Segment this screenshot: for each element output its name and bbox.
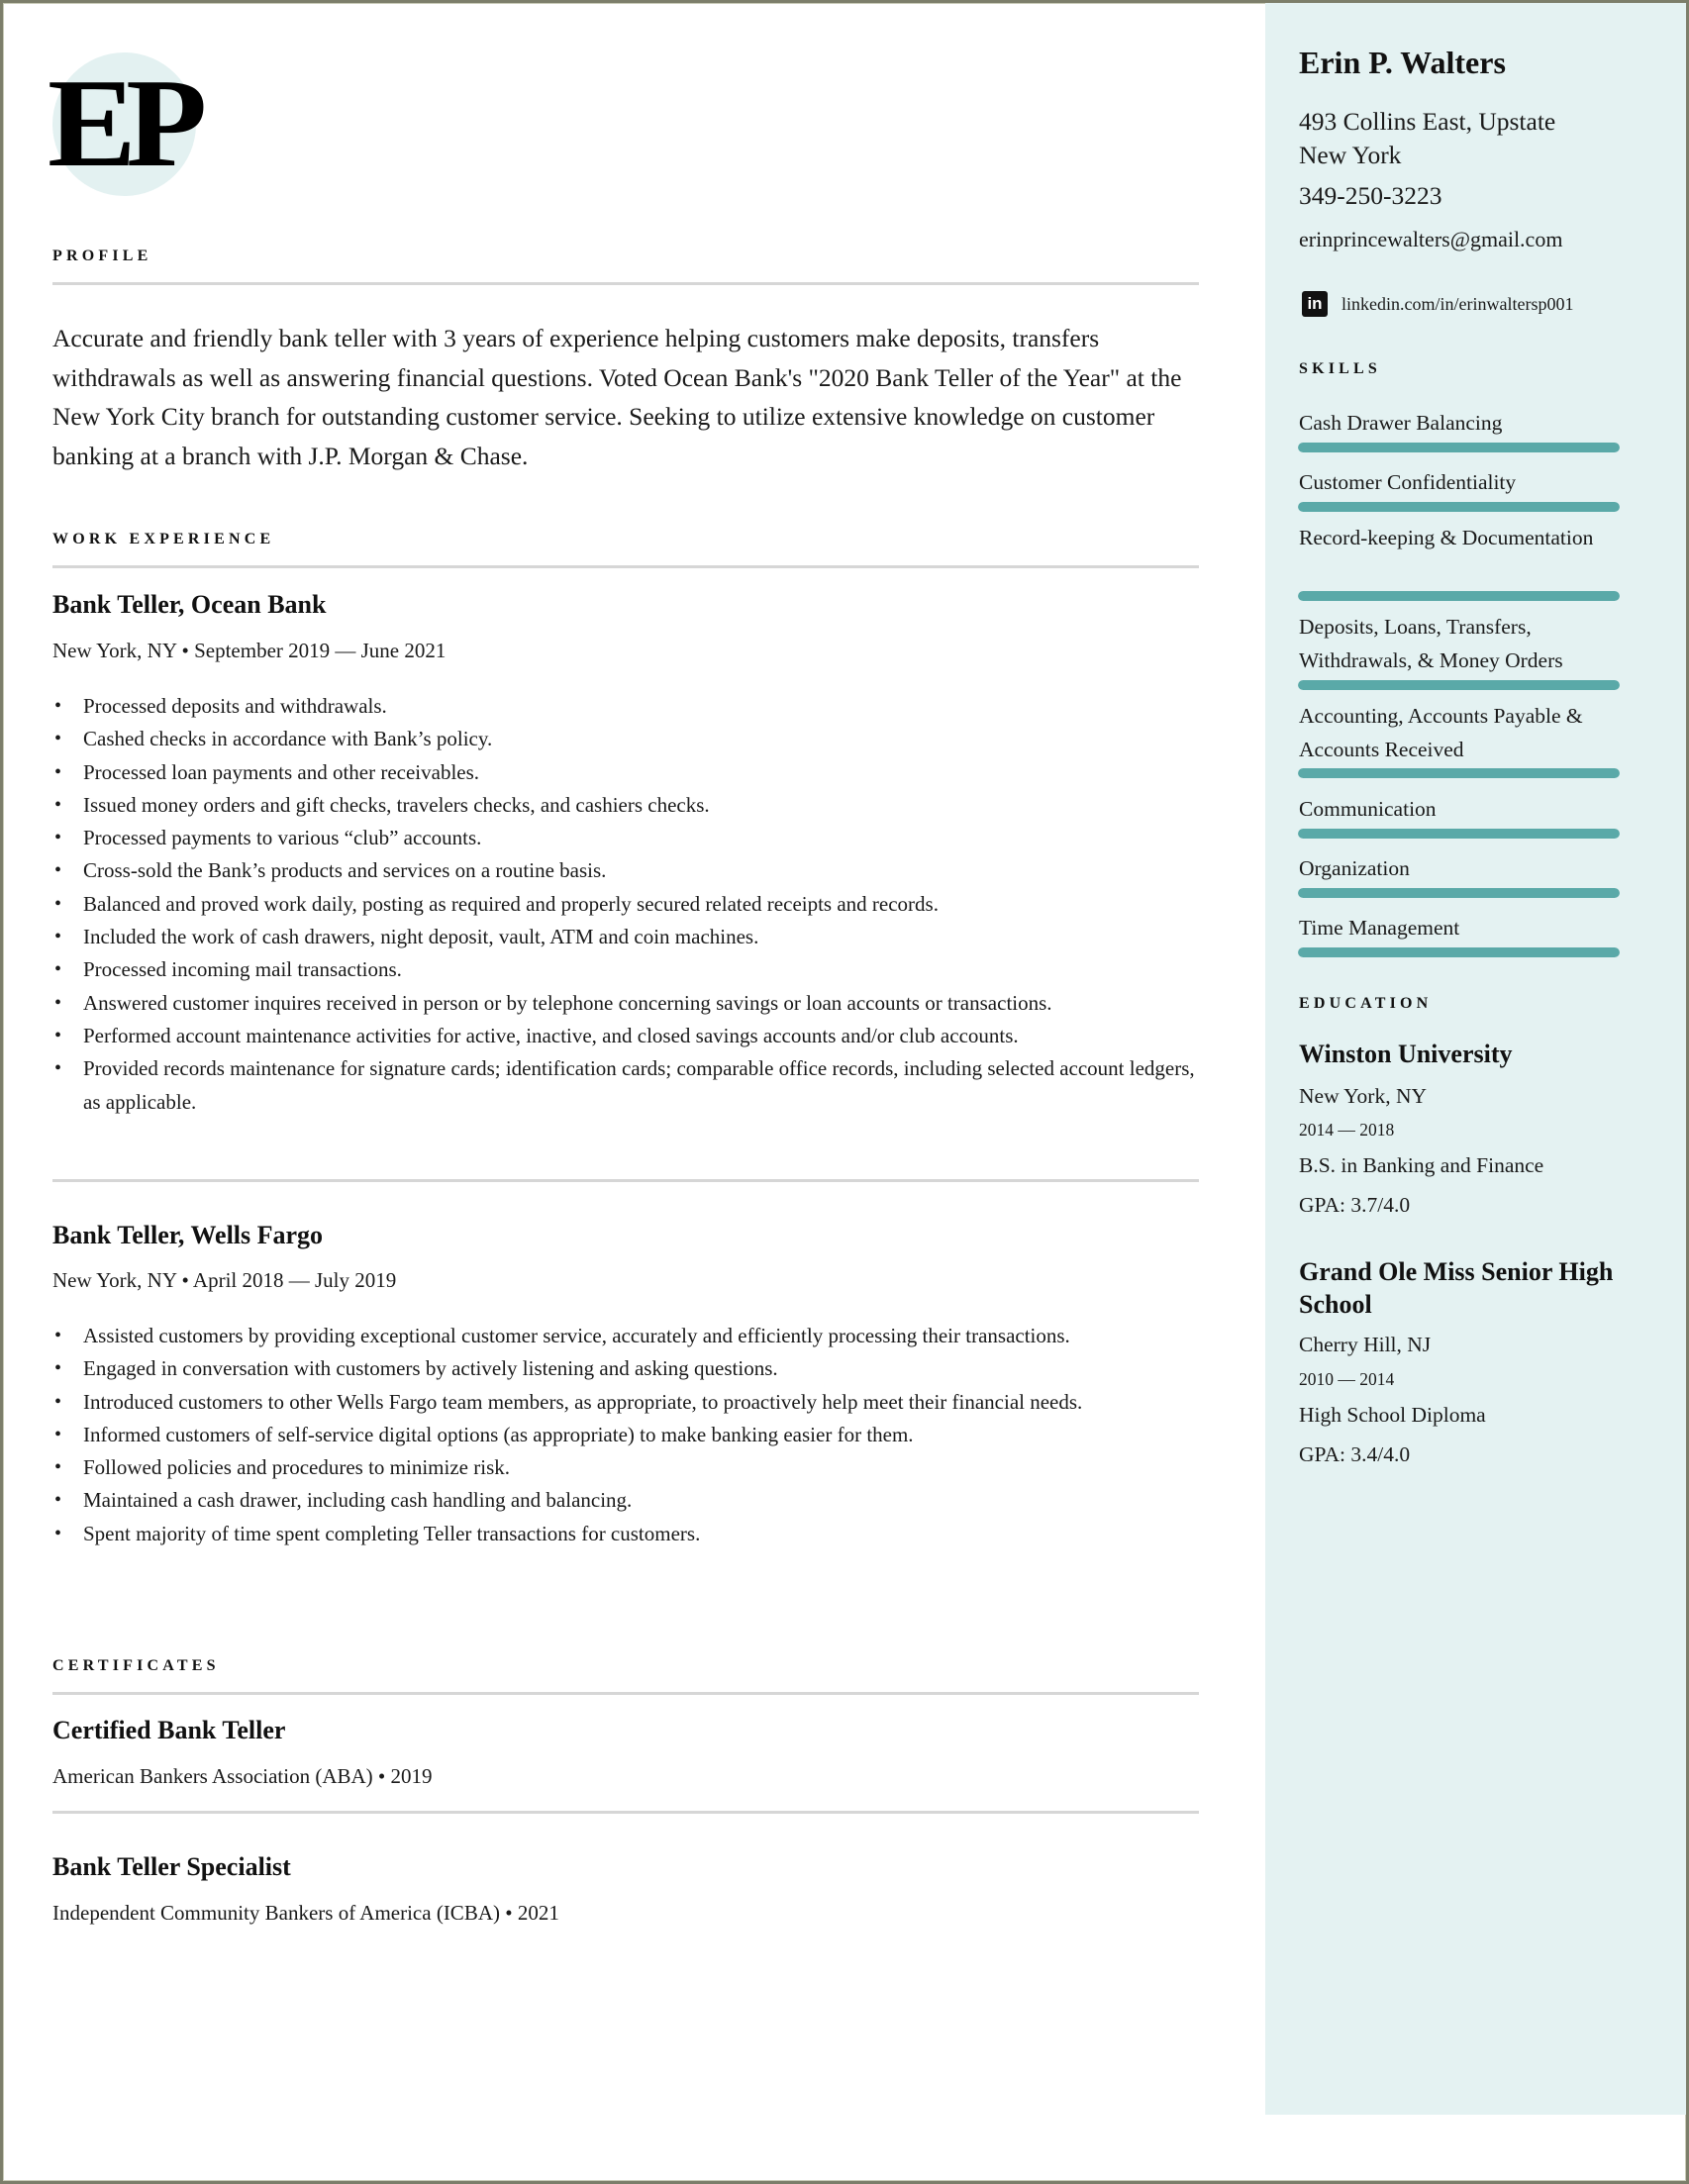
job-meta: New York, NY • April 2018 — July 2019	[52, 1268, 397, 1292]
skill-level-fill	[1298, 591, 1620, 601]
skill-level-bar	[1298, 768, 1620, 778]
job-bullet: Informed customers of self-service digit…	[52, 1419, 1201, 1452]
skill-level-fill	[1298, 888, 1620, 898]
linkedin-icon: in	[1302, 291, 1328, 317]
candidate-name: Erin P. Walters	[1299, 45, 1506, 80]
job-bullet: Performed account maintenance activities…	[52, 1020, 1201, 1053]
work-experience-heading: WORK EXPERIENCE	[52, 531, 275, 547]
education-location: New York, NY	[1299, 1084, 1428, 1108]
job-bullet: Processed loan payments and other receiv…	[52, 756, 1201, 790]
job-bullet: Processed deposits and withdrawals.	[52, 690, 1201, 724]
skill-level-fill	[1298, 829, 1620, 839]
skill-level-bar	[1298, 591, 1620, 601]
job-bullet: Followed policies and procedures to mini…	[52, 1451, 1201, 1485]
skill-name: Accounting, Accounts Payable & Accounts …	[1299, 704, 1583, 761]
job-meta: New York, NY • September 2019 — June 202…	[52, 639, 447, 662]
education-heading: EDUCATION	[1299, 995, 1433, 1012]
job-bullet: Spent majority of time spent completing …	[52, 1518, 1201, 1551]
certificate-title: Bank Teller Specialist	[52, 1852, 291, 1881]
skill-name: Deposits, Loans, Transfers, Withdrawals,…	[1299, 615, 1563, 672]
skill-level-bar	[1298, 947, 1620, 957]
education-degree: High School Diploma	[1299, 1403, 1486, 1427]
job-bullet: Maintained a cash drawer, including cash…	[52, 1484, 1201, 1518]
email-link[interactable]: erinprincewalters@gmail.com	[1299, 226, 1562, 253]
education-years: 2010 — 2014	[1299, 1369, 1395, 1389]
skill-level-bar	[1298, 502, 1620, 512]
job-bullet: Answered customer inquires received in p…	[52, 987, 1201, 1021]
job-bullet: Introduced customers to other Wells Farg…	[52, 1386, 1201, 1420]
certificate-title: Certified Bank Teller	[52, 1716, 286, 1744]
job-bullet: Provided records maintenance for signatu…	[52, 1052, 1201, 1119]
address-line-2: New York	[1299, 141, 1402, 169]
skill-name: Communication	[1299, 797, 1437, 821]
job-bullet: Issued money orders and gift checks, tra…	[52, 789, 1201, 823]
job-divider	[52, 1179, 1199, 1182]
skill-level-fill	[1298, 947, 1620, 957]
job-bullet: Cashed checks in accordance with Bank’s …	[52, 723, 1201, 756]
skill-level-fill	[1298, 680, 1620, 690]
job-title: Bank Teller, Ocean Bank	[52, 590, 327, 619]
monogram: EP	[48, 52, 207, 193]
linkedin-url[interactable]: linkedin.com/in/erinwaltersp001	[1341, 292, 1573, 316]
skill-name: Customer Confidentiality	[1299, 470, 1517, 494]
phone-number: 349-250-3223	[1299, 181, 1442, 210]
skill-level-fill	[1298, 768, 1620, 778]
job-bullet: Processed incoming mail transactions.	[52, 953, 1201, 987]
education-gpa: GPA: 3.7/4.0	[1299, 1193, 1411, 1217]
job-bullet-list: Assisted customers by providing exceptio…	[52, 1320, 1201, 1550]
skill-level-bar	[1298, 680, 1620, 690]
job-bullet: Assisted customers by providing exceptio…	[52, 1320, 1201, 1353]
skill-name: Time Management	[1299, 916, 1460, 940]
education-school: Grand Ole Miss Senior High School	[1299, 1257, 1614, 1319]
address-line-1: 493 Collins East, Upstate	[1299, 107, 1556, 136]
certificate-meta: American Bankers Association (ABA) • 201…	[52, 1764, 433, 1788]
job-bullet: Included the work of cash drawers, night…	[52, 921, 1201, 954]
education-degree: B.S. in Banking and Finance	[1299, 1153, 1544, 1177]
profile-heading: PROFILE	[52, 248, 152, 264]
work-experience-divider	[52, 565, 1199, 568]
job-bullet: Cross-sold the Bank’s products and servi…	[52, 854, 1201, 888]
education-years: 2014 — 2018	[1299, 1120, 1395, 1140]
education-location: Cherry Hill, NJ	[1299, 1333, 1432, 1356]
skills-heading: SKILLS	[1299, 360, 1382, 377]
job-bullet: Engaged in conversation with customers b…	[52, 1352, 1201, 1386]
certificate-divider	[52, 1811, 1199, 1814]
education-gpa: GPA: 3.4/4.0	[1299, 1442, 1411, 1466]
skill-level-fill	[1298, 502, 1620, 512]
skill-level-bar	[1298, 888, 1620, 898]
skill-level-bar	[1298, 443, 1620, 452]
skill-level-fill	[1298, 443, 1620, 452]
skill-name: Organization	[1299, 856, 1410, 880]
job-bullet: Processed payments to various “club” acc…	[52, 822, 1201, 855]
certificates-divider	[52, 1692, 1199, 1695]
profile-summary: Accurate and friendly bank teller with 3…	[52, 324, 1182, 470]
job-bullet-list: Processed deposits and withdrawals.Cashe…	[52, 690, 1201, 1119]
job-bullet: Balanced and proved work daily, posting …	[52, 888, 1201, 922]
certificate-meta: Independent Community Bankers of America…	[52, 1901, 559, 1925]
job-title: Bank Teller, Wells Fargo	[52, 1221, 324, 1249]
profile-divider	[52, 282, 1199, 285]
skill-name: Cash Drawer Balancing	[1299, 411, 1503, 435]
skill-level-bar	[1298, 829, 1620, 839]
skill-name: Record-keeping & Documentation	[1299, 526, 1594, 549]
education-school: Winston University	[1299, 1040, 1513, 1068]
linkedin-link[interactable]: in linkedin.com/in/erinwaltersp001	[1299, 291, 1573, 317]
certificates-heading: CERTIFICATES	[52, 1657, 220, 1674]
